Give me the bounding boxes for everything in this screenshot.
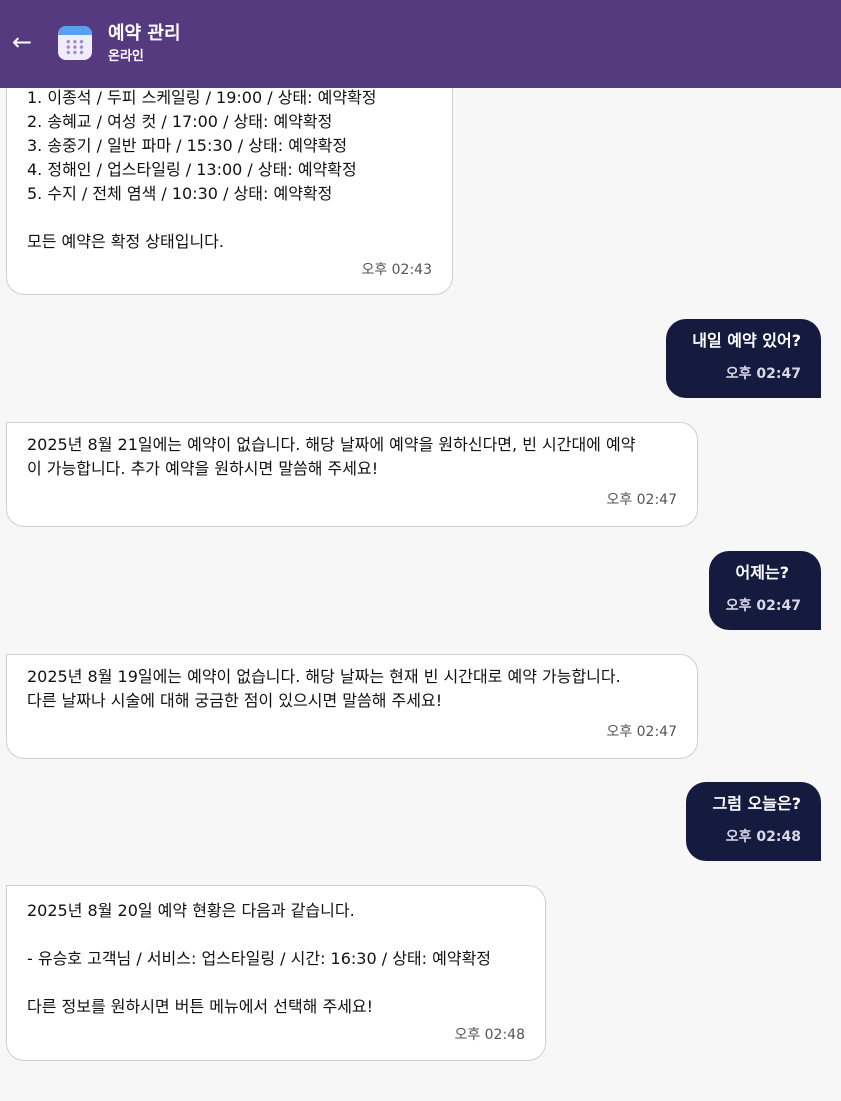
message-text: 어제는?: [735, 563, 789, 582]
message-time: 오후 02:48: [725, 829, 801, 845]
header-title-group: 예약 관리 온라인: [108, 22, 181, 66]
message-text: 1. 이종석 / 두피 스케일링 / 19:00 / 상태: 예약확정 2. 송…: [27, 88, 377, 251]
user-message: 그럼 오늘은? 오후 02:48: [686, 782, 821, 861]
bot-message: 2025년 8월 19일에는 예약이 없습니다. 해당 날짜는 현재 빈 시간대…: [6, 654, 698, 759]
message-text: 내일 예약 있어?: [692, 331, 801, 350]
message-text: 2025년 8월 20일 예약 현황은 다음과 같습니다. - 유승호 고객님 …: [27, 901, 492, 1016]
bot-message: 2025년 8월 21일에는 예약이 없습니다. 해당 날짜에 예약을 원하신다…: [6, 422, 698, 527]
message-text: 2025년 8월 19일에는 예약이 없습니다. 해당 날짜는 현재 빈 시간대…: [27, 667, 621, 710]
user-message: 어제는? 오후 02:47: [709, 551, 821, 630]
chat-area: 1. 이종석 / 두피 스케일링 / 19:00 / 상태: 예약확정 2. 송…: [0, 0, 841, 1101]
bot-message: 2025년 8월 20일 예약 현황은 다음과 같습니다. - 유승호 고객님 …: [6, 885, 546, 1061]
user-message: 내일 예약 있어? 오후 02:47: [666, 319, 821, 398]
status-text: 온라인: [108, 49, 144, 64]
page-title: 예약 관리: [108, 23, 181, 44]
message-text: 2025년 8월 21일에는 예약이 없습니다. 해당 날짜에 예약을 원하신다…: [27, 435, 636, 478]
calendar-icon: [58, 26, 92, 60]
back-arrow-icon[interactable]: ←: [8, 28, 36, 56]
message-time: 오후 02:47: [725, 366, 801, 382]
message-time: 오후 02:47: [606, 724, 677, 740]
message-time: 오후 02:47: [725, 598, 801, 614]
message-time: 오후 02:48: [454, 1027, 525, 1043]
message-text: 그럼 오늘은?: [712, 794, 801, 813]
chat-header: ← 예약 관리 온라인: [0, 0, 841, 88]
bot-message: 1. 이종석 / 두피 스케일링 / 19:00 / 상태: 예약확정 2. 송…: [6, 60, 453, 295]
message-time: 오후 02:43: [361, 262, 432, 278]
message-time: 오후 02:47: [606, 492, 677, 508]
